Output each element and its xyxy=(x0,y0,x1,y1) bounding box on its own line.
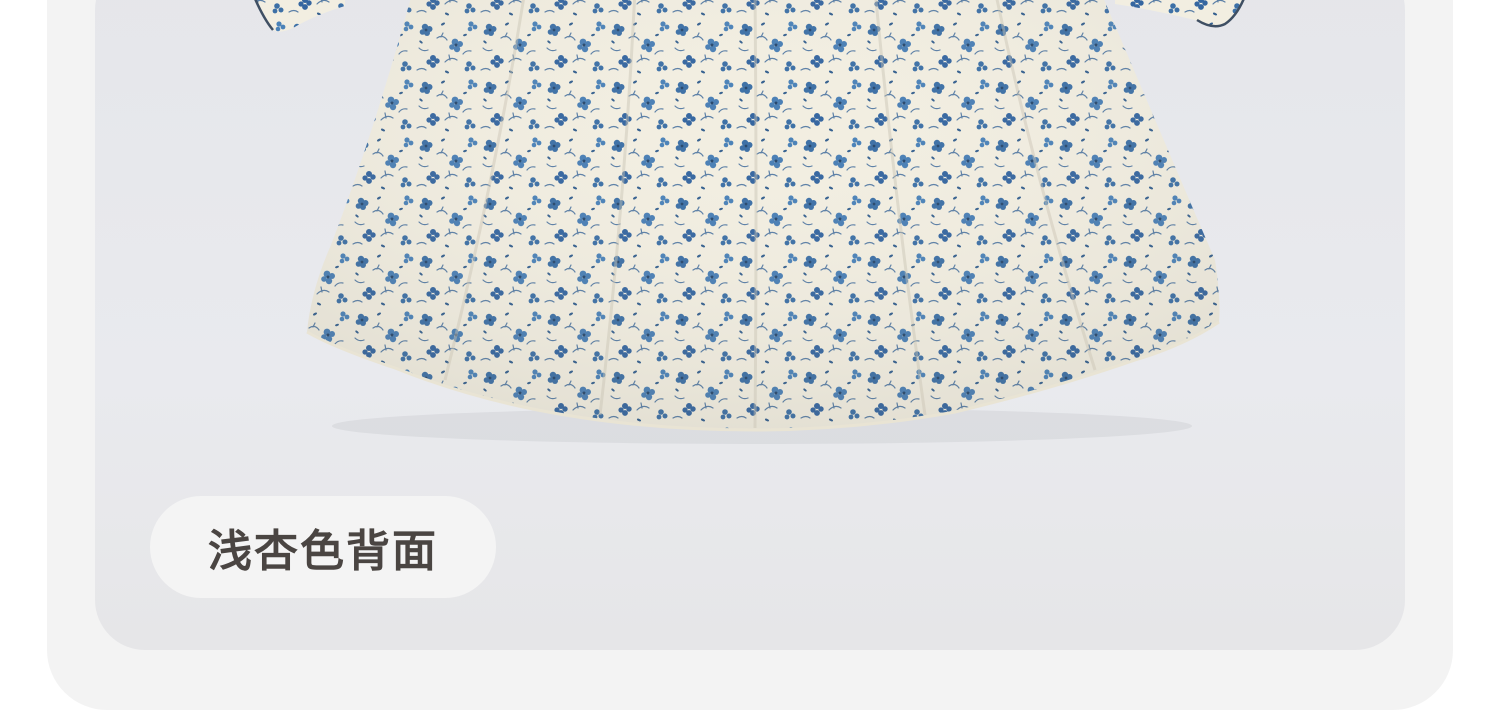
color-variant-text: 浅杏色背面 xyxy=(208,526,438,577)
color-variant-label: 浅杏色背面 xyxy=(150,496,496,598)
